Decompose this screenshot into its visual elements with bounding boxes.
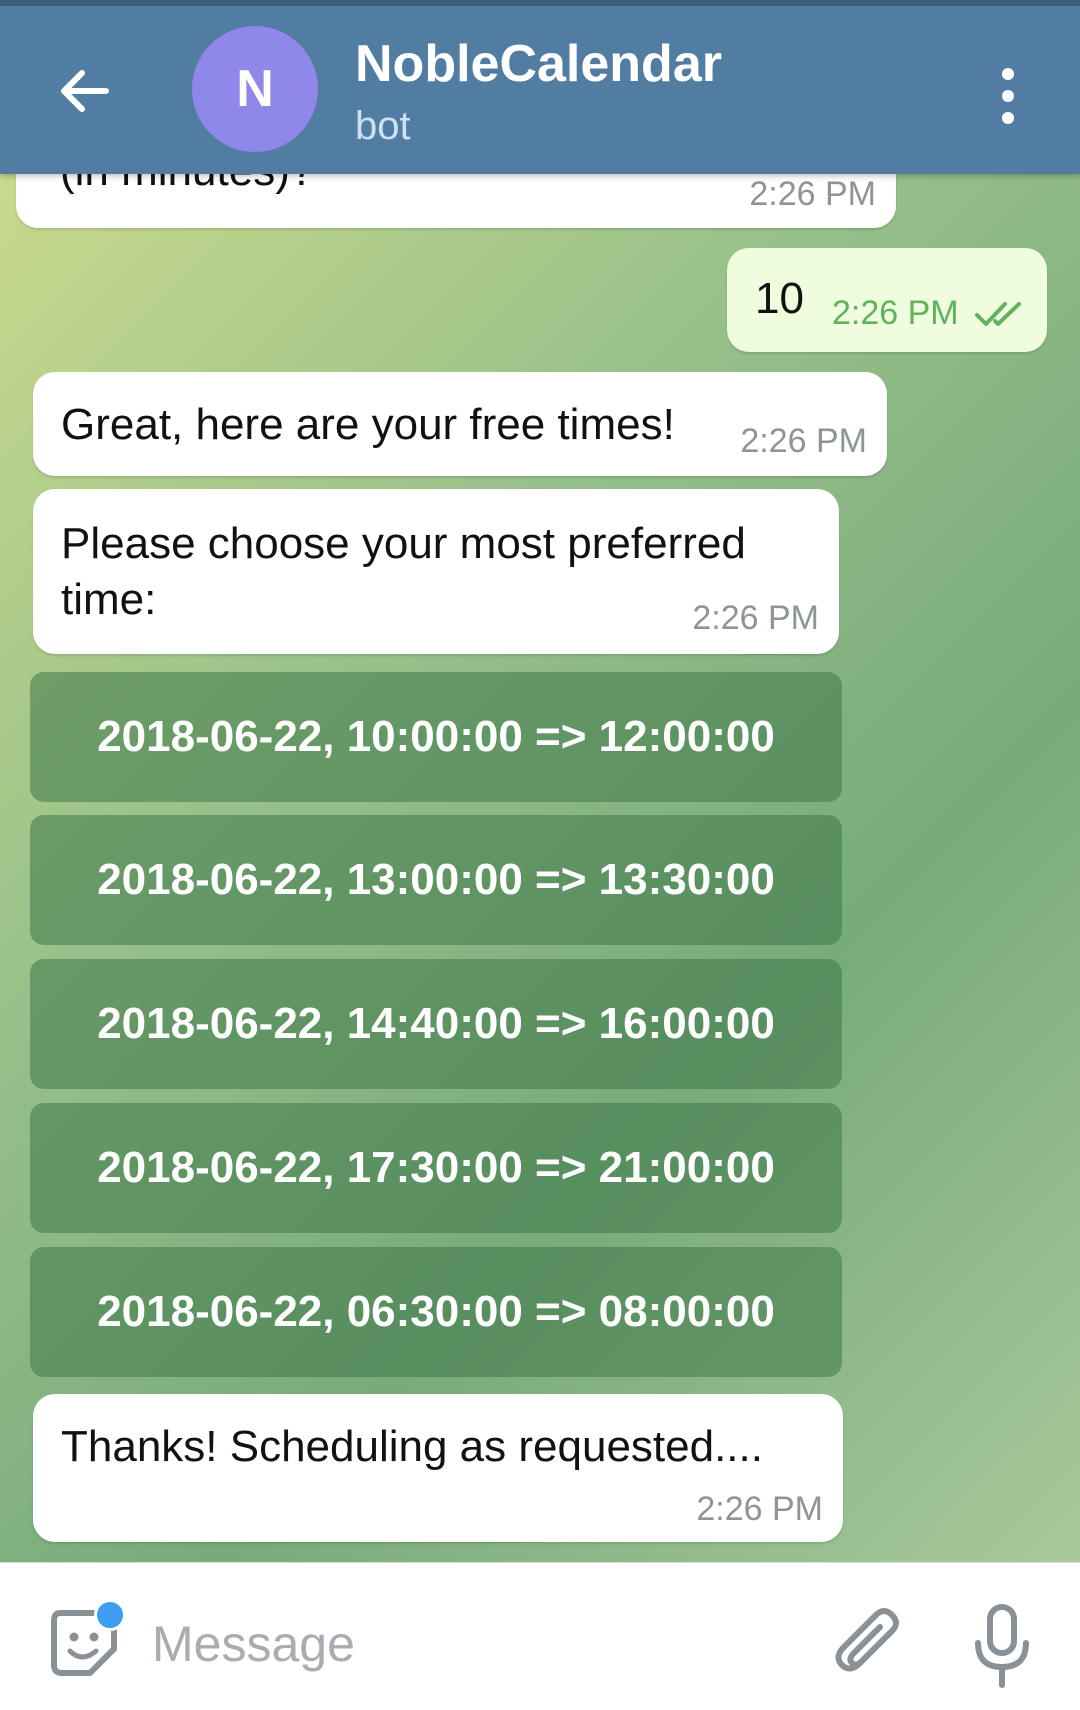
chat-header: N NobleCalendar bot xyxy=(0,6,1080,174)
chat-message-list[interactable]: (in minutes)? 2:26 PM 10 2:26 PM Great, … xyxy=(0,174,1080,1562)
message-bubble-incoming[interactable]: Please choose your most preferred time: … xyxy=(33,489,839,654)
message-time: 2:26 PM xyxy=(740,422,867,460)
message-text: Thanks! Scheduling as requested.... xyxy=(61,1422,763,1471)
chat-subtitle: bot xyxy=(355,104,411,148)
chat-title[interactable]: NobleCalendar xyxy=(355,34,722,94)
message-text: Great, here are your free times! xyxy=(61,400,675,449)
message-bubble-incoming[interactable]: Thanks! Scheduling as requested.... 2:26… xyxy=(33,1394,843,1542)
time-slot-button[interactable]: 2018-06-22, 13:00:00 => 13:30:00 xyxy=(30,815,842,945)
message-composer xyxy=(0,1562,1080,1710)
message-time: 2:26 PM xyxy=(692,599,819,637)
message-text-line: Please choose your most preferred xyxy=(61,519,746,568)
more-vertical-icon xyxy=(1002,68,1014,124)
message-input[interactable] xyxy=(150,1603,794,1685)
message-time: 2:26 PM xyxy=(696,1490,823,1528)
time-slot-button[interactable]: 2018-06-22, 10:00:00 => 12:00:00 xyxy=(30,672,842,802)
voice-message-button[interactable] xyxy=(970,1603,1034,1689)
message-text: 10 xyxy=(755,274,804,323)
time-slot-button[interactable]: 2018-06-22, 06:30:00 => 08:00:00 xyxy=(30,1247,842,1377)
message-bubble-incoming[interactable]: Great, here are your free times! 2:26 PM xyxy=(33,372,887,476)
notification-dot xyxy=(94,1599,126,1631)
time-slot-button[interactable]: 2018-06-22, 17:30:00 => 21:00:00 xyxy=(30,1103,842,1233)
attach-button[interactable] xyxy=(830,1605,910,1685)
message-time: 2:26 PM xyxy=(832,294,959,332)
paperclip-icon xyxy=(835,1608,899,1672)
message-bubble-outgoing[interactable]: 10 2:26 PM xyxy=(727,248,1047,352)
time-slot-button[interactable]: 2018-06-22, 14:40:00 => 16:00:00 xyxy=(30,959,842,1089)
back-arrow-icon xyxy=(61,70,109,112)
microphone-icon xyxy=(975,1604,1029,1688)
message-text-line: time: xyxy=(61,575,157,624)
more-options-button[interactable] xyxy=(990,61,1026,131)
message-time: 2:26 PM xyxy=(749,175,876,213)
double-check-icon xyxy=(975,302,1021,326)
message-text: (in minutes)? xyxy=(60,174,314,196)
back-button[interactable] xyxy=(50,56,120,126)
message-bubble-incoming[interactable]: (in minutes)? 2:26 PM xyxy=(16,174,896,228)
avatar[interactable]: N xyxy=(192,26,318,152)
